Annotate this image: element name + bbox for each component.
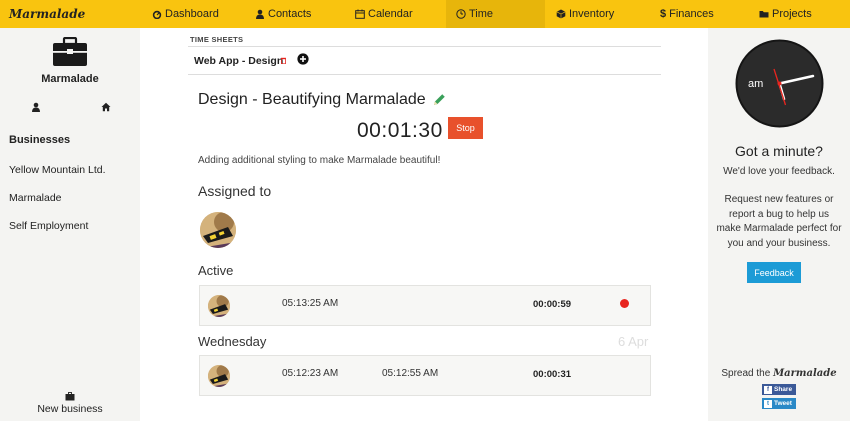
feedback-subtitle: We'd love your feedback. [723,166,835,177]
facebook-share-button[interactable]: f Share [762,384,796,395]
task-title: Design - Beautifying Marmalade [198,91,426,108]
main-content: TIME SHEETS Web App - Design Design - Be… [140,28,708,421]
dollar-icon: $ [660,8,667,20]
business-link[interactable]: Self Employment [9,220,88,232]
nav-inventory[interactable]: Inventory [556,0,614,28]
time-sheets-label: TIME SHEETS [190,35,244,44]
feedback-panel: am Got a minute? We'd love your feedback… [708,28,850,421]
trash-icon[interactable] [281,57,286,64]
dashboard-icon [152,10,162,19]
day-date: 6 Apr [618,334,649,349]
active-heading: Active [198,263,234,278]
calendar-icon [355,9,365,19]
divider [188,74,661,75]
top-navbar: Marmalade Dashboard Contacts Calendar Ti… [0,0,850,28]
stop-button[interactable]: Stop [448,117,483,139]
spread-text: Spread the Marmalade [708,368,850,379]
nav-calendar[interactable]: Calendar [355,0,413,28]
twitter-icon: t [764,399,772,408]
business-link[interactable]: Marmalade [9,192,62,204]
nav-time-label: Time [469,8,494,20]
nav-calendar-label: Calendar [368,8,413,20]
business-link[interactable]: Yellow Mountain Ltd. [9,164,106,176]
clock-icon [456,9,466,19]
spread-prefix: Spread the [721,368,771,379]
entry-duration: 00:00:31 [533,369,572,380]
tab-timesheet[interactable]: Web App - Design [194,55,283,67]
avatar [208,295,230,317]
nav-dashboard-label: Dashboard [165,8,219,20]
time-entry[interactable]: 05:12:23 AM 05:12:55 AM 00:00:31 [199,355,651,396]
nav-contacts[interactable]: Contacts [255,0,311,28]
briefcase-icon [65,392,75,401]
new-business-button[interactable]: New business [0,392,140,415]
entry-duration: 00:00:59 [533,299,572,310]
user-icon [256,9,264,19]
tweet-label: Tweet [774,400,792,407]
entry-start-time: 05:12:23 AM [282,368,339,379]
feedback-button[interactable]: Feedback [747,262,801,283]
nav-finances-label: Finances [669,8,714,20]
avatar[interactable] [200,212,236,248]
folder-icon [759,11,769,18]
entry-start-time: 05:13:25 AM [282,298,339,309]
home-icon[interactable] [101,102,111,112]
feedback-title: Got a minute? [735,143,823,159]
nav-time[interactable]: Time [446,0,545,28]
nav-dashboard[interactable]: Dashboard [152,0,219,28]
nav-projects-label: Projects [772,8,812,20]
new-business-label: New business [37,403,103,415]
nav-contacts-label: Contacts [268,8,312,20]
timer-display: 00:01:30 [357,119,443,142]
businesses-heading: Businesses [9,134,71,146]
brand-logo[interactable]: Marmalade [9,7,85,21]
task-description: Adding additional styling to make Marmal… [198,155,441,166]
nav-finances[interactable]: $ Finances [660,0,714,28]
share-label: Share [774,386,793,393]
pencil-icon[interactable] [432,92,447,107]
day-heading: Wednesday [198,334,267,349]
time-entry-active[interactable]: 05:13:25 AM 00:00:59 [199,285,651,326]
nav-inventory-label: Inventory [569,8,615,20]
add-tab-icon[interactable] [297,53,309,65]
nav-projects[interactable]: Projects [759,0,812,28]
divider [188,46,661,47]
user-icon[interactable] [31,102,41,112]
clock-widget: am [735,39,824,128]
feedback-text: Request new features or report a bug to … [716,194,842,249]
clock-period: am [748,78,763,90]
business-name: Marmalade [41,73,99,85]
cube-icon [556,9,566,19]
entry-end-time: 05:12:55 AM [382,368,439,379]
assigned-heading: Assigned to [198,183,272,199]
briefcase-icon [53,37,87,66]
recording-indicator-icon [620,299,629,308]
avatar [208,365,230,387]
facebook-icon: f [764,385,772,394]
business-sidebar: Marmalade Businesses Yellow Mountain Ltd… [0,28,140,421]
tweet-button[interactable]: t Tweet [762,398,796,409]
spread-brand: Marmalade [773,368,837,379]
